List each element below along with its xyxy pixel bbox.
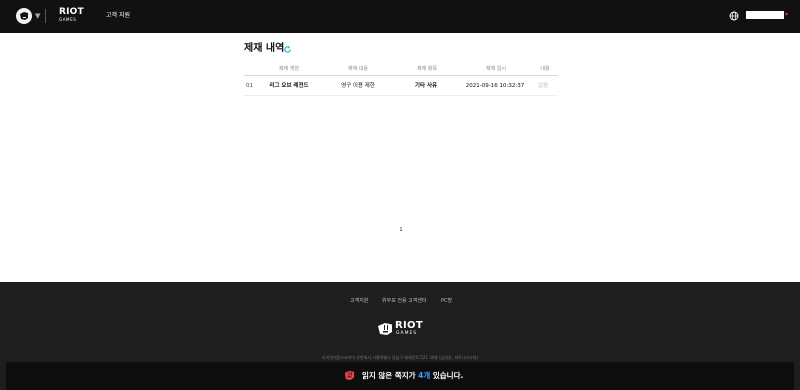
column-header-content: 제재 내용 xyxy=(348,66,368,72)
column-header-datetime: 제재 일시 xyxy=(486,66,506,72)
notification-text-after: 있습니다. xyxy=(430,371,464,380)
header-divider xyxy=(45,9,46,23)
footer-logo-sub: GAMES xyxy=(396,331,418,336)
row-content: 영구 이용 제한 xyxy=(341,83,375,89)
notification-text-before: 읽지 않은 쪽지가 xyxy=(362,371,419,380)
pagination-page-1[interactable]: 1 xyxy=(396,226,406,235)
riot-games-logo[interactable]: RIOT GAMES xyxy=(59,7,84,23)
row-index: 01 xyxy=(246,83,253,89)
table-row-divider xyxy=(244,95,558,96)
footer-riot-games-logo: RIOT GAMES xyxy=(377,320,425,338)
chevron-down-icon[interactable]: ▼ xyxy=(35,12,40,20)
footer-company-info: 라이엇게임즈코리아 유한회사 서울특별시 강남구 테헤란로 521 30층 (삼… xyxy=(321,355,479,360)
nav-support-link[interactable]: 고객 지원 xyxy=(106,11,130,21)
row-category: 기타 사유 xyxy=(414,83,438,89)
refresh-icon[interactable] xyxy=(283,45,292,54)
riot-fist-icon xyxy=(20,12,28,20)
unread-message-count: 4개 xyxy=(418,371,431,380)
notification-message[interactable]: 읽지 않은 쪽지가 4개 있습니다. xyxy=(362,370,463,382)
row-detail: 없음 xyxy=(537,83,549,89)
row-game: 리그 오브 레전드 xyxy=(269,83,309,89)
column-header-game: 제재 게임 xyxy=(279,66,299,72)
row-datetime: 2021-09-16 10:32:37 xyxy=(465,83,525,89)
page-title: 제재 내역 xyxy=(244,43,285,54)
footer-logo-word: RIOT xyxy=(395,320,423,331)
column-header-detail: 내용 xyxy=(540,66,550,72)
account-name-field[interactable] xyxy=(746,11,784,19)
riot-logo-word: RIOT xyxy=(59,7,84,17)
riot-fist-logo-button[interactable] xyxy=(16,8,32,24)
account-menu-chevron-icon[interactable]: ▾ xyxy=(785,11,788,19)
footer-link-support[interactable]: 고객지원 xyxy=(350,297,368,305)
riot-fist-icon xyxy=(378,323,392,335)
footer-link-guardian-center[interactable]: 위부모 전용 고객센터 xyxy=(382,297,427,305)
globe-icon[interactable] xyxy=(729,11,739,21)
riot-fist-icon xyxy=(344,370,355,381)
riot-logo-sub: GAMES xyxy=(59,17,77,22)
table-header-divider xyxy=(244,75,558,76)
column-header-category: 제재 항목 xyxy=(417,66,437,72)
footer-link-pc-bang[interactable]: PC방 xyxy=(441,297,452,305)
